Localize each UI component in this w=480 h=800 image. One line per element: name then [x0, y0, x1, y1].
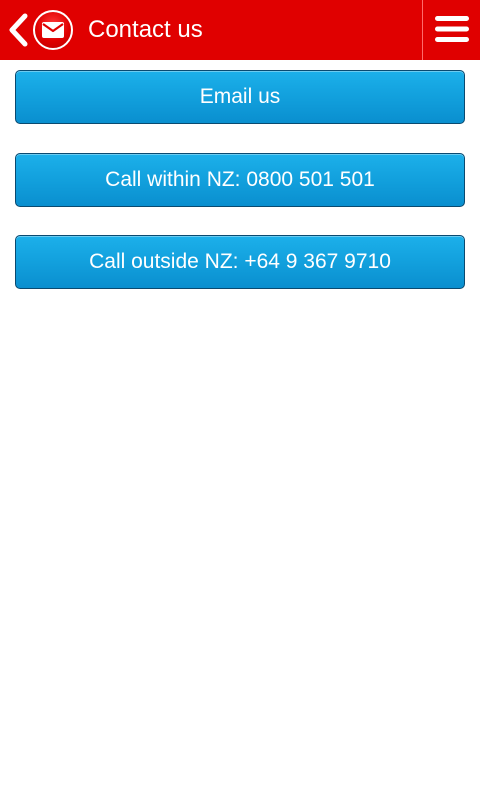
chevron-left-icon [6, 12, 30, 48]
menu-button[interactable] [422, 0, 480, 60]
email-us-button[interactable]: Email us [15, 70, 465, 124]
call-within-nz-button[interactable]: Call within NZ: 0800 501 501 [15, 153, 465, 207]
page-title: Contact us [88, 16, 203, 43]
envelope-icon [33, 10, 73, 50]
app-bar: Contact us [0, 0, 480, 60]
back-button[interactable] [0, 0, 76, 60]
call-outside-nz-button[interactable]: Call outside NZ: +64 9 367 9710 [15, 235, 465, 289]
